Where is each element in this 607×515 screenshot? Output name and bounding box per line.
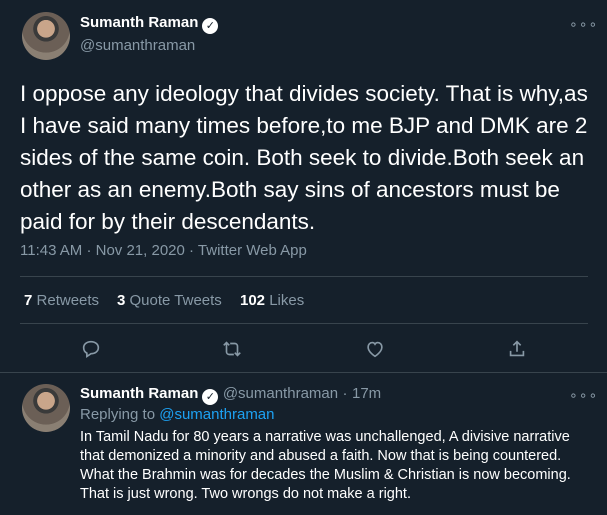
reply-icon <box>82 340 100 358</box>
replying-to: Replying to @sumanthraman <box>80 406 275 423</box>
reply-tweet-text: In Tamil Nadu for 80 years a narrative w… <box>80 429 571 502</box>
tweet-source[interactable]: Twitter Web App <box>198 242 307 259</box>
replying-to-label: Replying to <box>80 406 156 423</box>
author-avatar[interactable] <box>22 12 70 60</box>
verified-badge-icon: ✓ <box>202 18 219 34</box>
reply-age[interactable]: 17m <box>352 385 381 402</box>
share-button[interactable] <box>502 334 532 364</box>
meta-separator: · <box>86 242 92 259</box>
author-name-row[interactable]: Sumanth Raman ✓ <box>80 14 219 34</box>
retweets-count: 7 <box>24 292 33 309</box>
tweet-text: I oppose any ideology that divides socie… <box>20 81 588 234</box>
tweet-time[interactable]: 11:43 AM <box>20 242 82 259</box>
retweets-stat[interactable]: 7 Retweets <box>24 292 99 309</box>
reply-author-avatar[interactable] <box>22 384 70 432</box>
quote-tweets-count: 3 <box>117 292 126 309</box>
likes-count: 102 <box>240 292 266 309</box>
share-icon <box>509 340 525 357</box>
retweet-button[interactable] <box>217 334 247 364</box>
author-handle[interactable]: @sumanthraman <box>80 37 195 54</box>
quote-tweets-label: Quote Tweets <box>129 292 222 309</box>
reply-button[interactable] <box>76 334 106 364</box>
more-dots-icon[interactable]: ∘∘∘ <box>569 16 598 33</box>
like-button[interactable] <box>360 334 390 364</box>
reply-author-name[interactable]: Sumanth Raman <box>80 385 198 402</box>
verified-badge-icon: ✓ <box>202 389 219 405</box>
reply-author-handle[interactable]: @sumanthraman <box>223 385 338 402</box>
section-divider <box>0 372 607 373</box>
quote-tweets-stat[interactable]: 3 Quote Tweets <box>117 292 222 309</box>
reply-header: Sumanth Raman ✓ @sumanthraman · 17m <box>80 385 381 405</box>
divider <box>20 276 588 277</box>
likes-stat[interactable]: 102 Likes <box>240 292 304 309</box>
author-name[interactable]: Sumanth Raman <box>80 14 198 31</box>
retweets-label: Retweets <box>36 292 100 309</box>
retweet-icon <box>223 341 241 357</box>
tweet-date[interactable]: Nov 21, 2020 <box>96 242 185 259</box>
like-icon <box>367 341 383 358</box>
reply-separator: · <box>342 385 348 402</box>
divider <box>20 323 588 324</box>
replying-to-handle-link[interactable]: @sumanthraman <box>159 406 274 423</box>
likes-label: Likes <box>269 292 305 309</box>
reply-more-dots-icon[interactable]: ∘∘∘ <box>569 387 598 404</box>
tweet-meta: 11:43 AM · Nov 21, 2020 · Twitter Web Ap… <box>20 242 307 259</box>
meta-separator: · <box>189 242 195 259</box>
